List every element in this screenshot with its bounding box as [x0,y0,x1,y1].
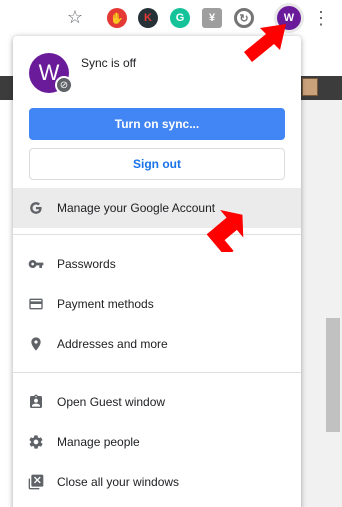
adblock-icon[interactable]: ✋ [107,8,127,28]
close-windows-item[interactable]: Close all your windows [13,462,301,502]
page-avatar-thumbnail [302,78,318,96]
grammarly-icon[interactable]: G [170,8,190,28]
page-background [300,100,342,507]
close-windows-label: Close all your windows [57,475,180,489]
guest-window-label: Open Guest window [57,395,166,409]
annotation-arrow-icon [206,209,244,252]
manage-people-label: Manage people [57,435,140,449]
manage-account-label: Manage your Google Account [57,201,216,215]
menu-divider [13,372,301,373]
sync-off-icon: ⊘ [55,76,73,94]
manage-account-item[interactable]: Manage your Google Account [13,188,301,228]
scrollbar-thumb[interactable] [326,318,340,432]
y-extension-icon[interactable]: ¥ [202,8,222,28]
payment-methods-label: Payment methods [57,297,154,311]
annotation-arrow-icon [244,24,286,62]
credit-card-icon [27,295,45,313]
key-icon [27,255,45,273]
three-dot-menu-icon[interactable]: ⋮ [312,6,330,30]
manage-people-item[interactable]: Manage people [13,422,301,462]
addresses-label: Addresses and more [57,337,168,351]
sign-out-button[interactable]: Sign out [29,148,285,180]
location-pin-icon [27,335,45,353]
guest-badge-icon [27,393,45,411]
guest-window-item[interactable]: Open Guest window [13,382,301,422]
passwords-label: Passwords [57,257,116,271]
profile-menu: W ⊘ Sync is off Turn on sync... Sign out… [13,36,301,507]
gear-icon [27,433,45,451]
star-outline-icon[interactable]: ☆ [64,6,86,28]
addresses-item[interactable]: Addresses and more [13,324,301,364]
menu-divider [13,234,301,235]
payment-methods-item[interactable]: Payment methods [13,284,301,324]
turn-on-sync-button[interactable]: Turn on sync... [29,108,285,140]
google-g-icon [27,199,45,217]
passwords-item[interactable]: Passwords [13,244,301,284]
sync-status-text: Sync is off [81,56,137,70]
k-extension-icon[interactable]: K [138,8,158,28]
close-window-icon [27,473,45,491]
